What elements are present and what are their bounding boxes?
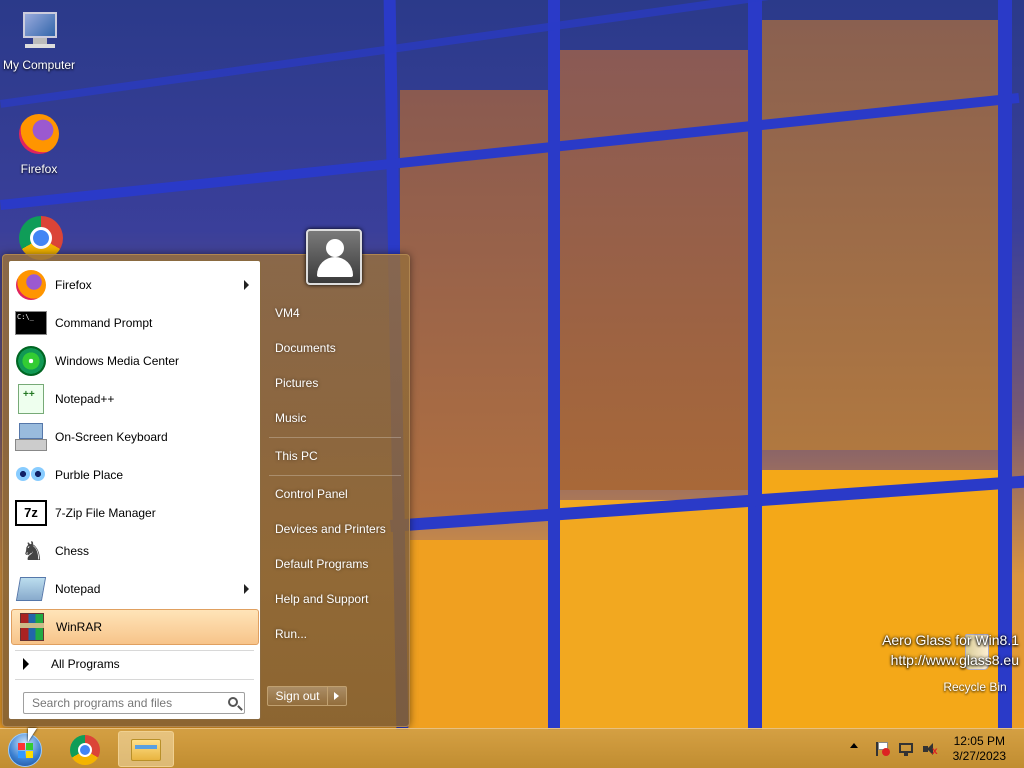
all-programs-button[interactable]: All Programs xyxy=(15,651,120,677)
taskbar-chrome-button[interactable] xyxy=(58,731,114,767)
sign-out-label: Sign out xyxy=(268,687,328,705)
user-folder-link[interactable]: VM4 xyxy=(275,306,300,320)
taskbar-clock[interactable]: 12:05 PM 3/27/2023 xyxy=(953,734,1006,764)
pinned-notepad[interactable]: Notepad xyxy=(11,571,259,607)
7zip-icon: 7z xyxy=(15,497,47,529)
chess-icon: ♞ xyxy=(21,536,45,566)
pinned-chess[interactable]: ♞ Chess xyxy=(11,533,259,569)
separator xyxy=(269,475,401,476)
pinned-label: Purble Place xyxy=(55,468,124,482)
computer-icon xyxy=(15,8,63,56)
desktop-icon-label: Recycle Bin xyxy=(943,680,1007,694)
run-link[interactable]: Run... xyxy=(275,627,307,641)
control-panel-link[interactable]: Control Panel xyxy=(275,487,348,501)
pinned-notepadpp[interactable]: ++ Notepad++ xyxy=(11,381,259,417)
aero-glass-watermark: Aero Glass for Win8.1 http://www.glass8.… xyxy=(882,630,1019,670)
pinned-label: Command Prompt xyxy=(55,316,153,330)
pinned-command-prompt[interactable]: C:\_ Command Prompt xyxy=(11,305,259,341)
pinned-7zip[interactable]: 7z 7-Zip File Manager xyxy=(11,495,259,531)
media-center-icon xyxy=(15,345,47,377)
start-menu-places-pane: VM4 Documents Pictures Music This PC Con… xyxy=(265,255,411,725)
pinned-label: Chess xyxy=(55,544,90,558)
show-hidden-icons-button[interactable] xyxy=(850,743,858,748)
pinned-label: Windows Media Center xyxy=(55,354,180,368)
watermark-line2: http://www.glass8.eu xyxy=(890,652,1019,668)
separator xyxy=(15,679,254,680)
action-center-flag-icon[interactable] xyxy=(874,741,890,757)
notepad-icon xyxy=(15,573,47,605)
pinned-label: Notepad xyxy=(55,582,101,596)
desktop-icon-firefox[interactable]: Firefox xyxy=(0,112,78,176)
taskbar-file-explorer-button[interactable] xyxy=(118,731,174,767)
network-icon[interactable] xyxy=(898,741,914,757)
user-avatar[interactable] xyxy=(306,229,362,285)
cmd-icon: C:\_ xyxy=(15,307,47,339)
submenu-arrow-icon[interactable] xyxy=(244,584,249,594)
mouse-cursor-icon xyxy=(28,728,37,742)
pinned-label: Notepad++ xyxy=(55,392,115,406)
pictures-link[interactable]: Pictures xyxy=(275,376,318,390)
pinned-label: On-Screen Keyboard xyxy=(55,430,168,444)
taskbar: x 12:05 PM 3/27/2023 xyxy=(0,728,1024,768)
firefox-icon xyxy=(15,269,47,301)
separator xyxy=(269,437,401,438)
pinned-windows-media-center[interactable]: Windows Media Center xyxy=(11,343,259,379)
winrar-icon xyxy=(16,611,48,643)
submenu-arrow-icon[interactable] xyxy=(244,280,249,290)
devices-printers-link[interactable]: Devices and Printers xyxy=(275,522,386,536)
all-programs-label: All Programs xyxy=(51,657,120,671)
purble-place-icon xyxy=(15,459,47,491)
desktop-icon-my-computer[interactable]: My Computer xyxy=(0,8,78,72)
pinned-purble-place[interactable]: Purble Place xyxy=(11,457,259,493)
desktop-icon-label: Firefox xyxy=(20,162,58,176)
pinned-label: Firefox xyxy=(55,278,92,292)
pinned-firefox[interactable]: Firefox xyxy=(11,267,259,303)
expand-arrow-icon xyxy=(23,658,29,670)
search-icon[interactable] xyxy=(228,697,238,707)
music-link[interactable]: Music xyxy=(275,411,306,425)
watermark-line1: Aero Glass for Win8.1 xyxy=(882,632,1019,648)
keyboard-icon xyxy=(15,421,47,453)
firefox-icon xyxy=(15,112,63,160)
volume-muted-icon[interactable]: x xyxy=(922,741,938,757)
help-support-link[interactable]: Help and Support xyxy=(275,592,368,606)
sign-out-button[interactable]: Sign out xyxy=(267,686,347,706)
clock-time: 12:05 PM xyxy=(953,734,1005,748)
start-menu-programs-pane: Firefox C:\_ Command Prompt Windows Medi… xyxy=(8,260,261,720)
documents-link[interactable]: Documents xyxy=(275,341,336,355)
pinned-winrar[interactable]: WinRAR xyxy=(11,609,259,645)
notepadpp-icon: ++ xyxy=(15,383,47,415)
pinned-label: WinRAR xyxy=(56,620,103,634)
start-menu: Firefox C:\_ Command Prompt Windows Medi… xyxy=(2,254,410,727)
search-input[interactable]: Search programs and files xyxy=(23,692,245,714)
pinned-label: 7-Zip File Manager xyxy=(55,506,156,520)
default-programs-link[interactable]: Default Programs xyxy=(275,557,368,571)
search-placeholder: Search programs and files xyxy=(32,696,173,710)
clock-date: 3/27/2023 xyxy=(952,749,1006,763)
this-pc-link[interactable]: This PC xyxy=(275,449,318,463)
pinned-on-screen-keyboard[interactable]: On-Screen Keyboard xyxy=(11,419,259,455)
desktop-icon-label: My Computer xyxy=(2,58,76,72)
power-options-arrow-icon[interactable] xyxy=(328,687,346,705)
folder-icon xyxy=(131,739,161,761)
